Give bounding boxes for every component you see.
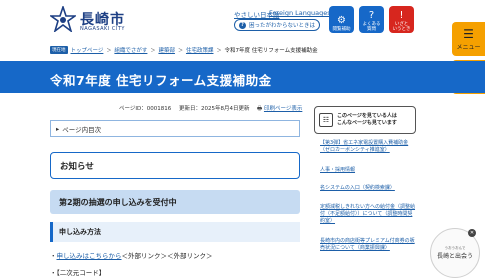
external-link-note: ＜外部リンク＞＜外部リンク＞: [121, 252, 213, 260]
section-heading: 第2期の抽選の申し込みを受付中: [50, 190, 300, 214]
toc-label: ページ内目次: [62, 125, 102, 134]
apply-link[interactable]: 申し込みはこちらから: [57, 252, 122, 260]
accessibility-button[interactable]: ⚙ 閲覧補助: [329, 6, 354, 33]
chevron-right-icon: ＞: [177, 47, 183, 54]
breadcrumb-tag: 現在地: [50, 46, 68, 54]
related-link[interactable]: 【第3弾】省エネ家電設置購入費補助金（ゼロカーボンシティ推進室）: [320, 140, 416, 154]
subsection-heading: 申し込み方法: [50, 222, 300, 242]
faq-label: よくある 質問: [362, 22, 381, 32]
emergency-button[interactable]: ! いざと いうとき: [389, 6, 414, 33]
menu-label: メニュー: [456, 43, 481, 51]
related-link[interactable]: 定額減税しきれない方への給付金（調整給付（不足額給付））について（調整時間契約室…: [320, 204, 416, 225]
hamburger-icon: ☰: [463, 26, 474, 41]
document-icon: ☷: [319, 113, 333, 127]
close-icon[interactable]: ✕: [468, 229, 476, 237]
related-pages-box: ☷ このページを見ている人は こんなページも見ています: [314, 106, 416, 134]
updated-date: 更新日：2025年8月4日更新: [179, 106, 250, 112]
emergency-icon: !: [399, 10, 404, 21]
breadcrumb: 現在地 トップページ ＞ 組織でさがす ＞ 建築部 ＞ 住宅政策課 ＞ 令和7年…: [50, 45, 318, 55]
page: 長崎市 NAGASAKI CITY やさしい日本語 Foreign Langua…: [0, 0, 485, 279]
help-search-button[interactable]: ? 困ったがわからないときは: [234, 19, 320, 31]
related-link[interactable]: 人事・採用情報: [320, 167, 416, 174]
site-logo-sub: NAGASAKI CITY: [80, 26, 125, 32]
list-item: ・【二次元コード】: [50, 269, 106, 277]
title-banner: 令和7年度 住宅リフォーム支援補助金: [0, 61, 485, 93]
breadcrumb-link[interactable]: 組織でさがす: [114, 46, 147, 54]
breadcrumb-link[interactable]: 住宅政策課: [186, 46, 214, 54]
site-header: 長崎市 NAGASAKI CITY やさしい日本語 Foreign Langua…: [0, 0, 485, 44]
mascot-big-text: 長崎と出会う: [436, 253, 473, 260]
emergency-label: いざと いうとき: [392, 22, 411, 32]
table-of-contents-toggle[interactable]: ▸ ページ内目次: [50, 120, 300, 137]
help-label: 困ったがわからないときは: [249, 23, 316, 29]
chevron-right-icon: ＞: [150, 47, 156, 54]
city-logo-icon[interactable]: [50, 6, 76, 32]
page-id: ページID：0001816: [119, 106, 172, 112]
chevron-right-icon: ▸: [56, 124, 60, 133]
breadcrumb-current: 令和7年度 住宅リフォーム支援補助金: [224, 48, 318, 54]
notice-heading: お知らせ: [50, 152, 300, 179]
foreign-languages-link[interactable]: Foreign Languages: [269, 9, 331, 17]
related-pages-heading: このページを見ている人は こんなページも見ています: [337, 113, 397, 126]
faq-icon: ?: [368, 10, 375, 21]
breadcrumb-link[interactable]: 建築部: [158, 46, 175, 54]
printer-icon: 🖶: [257, 106, 263, 112]
accessibility-label: 閲覧補助: [332, 27, 351, 32]
chevron-right-icon: ＞: [216, 47, 222, 54]
related-link[interactable]: 長崎市内の商店街等プレミアム付商券の販売状況について（商業振興課）: [320, 238, 416, 252]
menu-button[interactable]: ☰ メニュー: [452, 22, 485, 56]
page-title: 令和7年度 住宅リフォーム支援補助金: [50, 73, 272, 88]
question-icon: ?: [239, 21, 246, 29]
faq-button[interactable]: ? よくある 質問: [359, 6, 384, 33]
accessibility-icon: ⚙: [337, 15, 346, 26]
print-link[interactable]: 🖶 印刷ページ表示: [257, 104, 302, 114]
breadcrumb-link[interactable]: トップページ: [71, 46, 104, 54]
list-item: ・申し込みはこちらから＜外部リンク＞＜外部リンク＞: [50, 250, 213, 260]
chevron-right-icon: ＞: [106, 47, 112, 54]
print-label: 印刷ページ表示: [263, 106, 303, 112]
related-link[interactable]: 名システムの入口（契約検索課）: [320, 185, 416, 192]
